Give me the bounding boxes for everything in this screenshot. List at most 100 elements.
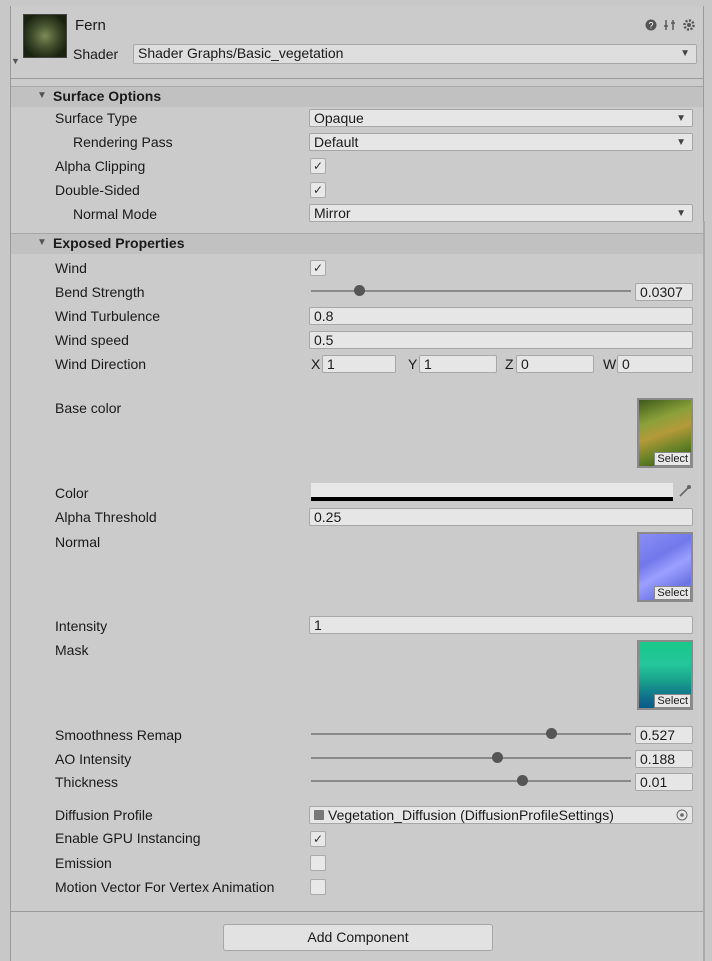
intensity-value: 1 [314, 617, 322, 633]
smoothness-remap-slider-handle[interactable] [546, 728, 557, 739]
color-swatch-field[interactable] [311, 483, 673, 501]
ao-intensity-slider[interactable] [311, 757, 631, 759]
bend-strength-slider-handle[interactable] [354, 285, 365, 296]
thickness-field[interactable]: 0.01 [635, 773, 693, 791]
diffusion-profile-field[interactable]: Vegetation_Diffusion (DiffusionProfileSe… [309, 806, 693, 824]
smoothness-remap-field[interactable]: 0.527 [635, 726, 693, 744]
intensity-field[interactable]: 1 [309, 616, 693, 634]
select-button[interactable]: Select [654, 694, 691, 708]
normal-mode-label: Normal Mode [73, 206, 158, 222]
mask-texture-slot[interactable]: Select [637, 640, 693, 710]
normal-label: Normal [55, 534, 101, 550]
chevron-down-icon: ▼ [676, 208, 686, 219]
wind-direction-x-field[interactable]: 1 [322, 355, 396, 373]
alpha-clipping-label: Alpha Clipping [55, 158, 146, 174]
wind-direction-w-field[interactable]: 0 [617, 355, 693, 373]
gpu-instancing-label: Enable GPU Instancing [55, 830, 201, 846]
double-sided-label: Double-Sided [55, 182, 140, 198]
eyedropper-icon[interactable] [678, 484, 692, 498]
exposed-properties-header[interactable]: ▼ Exposed Properties [11, 233, 703, 254]
motion-vector-checkbox[interactable] [310, 879, 326, 895]
bend-strength-label: Bend Strength [55, 284, 145, 300]
base-color-texture-slot[interactable]: Select [637, 398, 693, 468]
surface-type-label: Surface Type [55, 110, 138, 126]
alpha-threshold-label: Alpha Threshold [55, 509, 157, 525]
material-header: Fern ▼ Shader Shader Graphs/Basic_vegeta… [11, 6, 703, 79]
wind-speed-value: 0.5 [314, 332, 334, 348]
normal-mode-value: Mirror [314, 205, 351, 221]
smoothness-remap-value: 0.527 [640, 727, 676, 743]
ao-intensity-field[interactable]: 0.188 [635, 750, 693, 768]
shader-dropdown[interactable]: Shader Graphs/Basic_vegetation ▼ [133, 44, 697, 64]
alpha-clipping-checkbox[interactable]: ✓ [310, 158, 326, 174]
wind-direction-z-value: 0 [521, 356, 529, 372]
add-component-button[interactable]: Add Component [223, 924, 493, 951]
svg-text:?: ? [648, 21, 653, 31]
mask-label: Mask [55, 642, 89, 658]
normal-mode-dropdown[interactable]: Mirror ▼ [309, 204, 693, 222]
wind-turbulence-label: Wind Turbulence [55, 308, 161, 324]
surface-type-value: Opaque [314, 110, 364, 126]
rendering-pass-dropdown[interactable]: Default ▼ [309, 133, 693, 151]
section-title: Exposed Properties [53, 235, 185, 251]
wind-direction-y-field[interactable]: 1 [419, 355, 497, 373]
normal-texture-slot[interactable]: Select [637, 532, 693, 602]
wind-speed-label: Wind speed [55, 332, 129, 348]
y-label: Y [408, 356, 418, 372]
wind-direction-z-field[interactable]: 0 [516, 355, 594, 373]
object-picker-icon[interactable] [676, 809, 688, 821]
gpu-instancing-checkbox[interactable]: ✓ [310, 831, 326, 847]
chevron-down-icon: ▼ [676, 137, 686, 148]
color-label: Color [55, 485, 89, 501]
wind-checkbox[interactable]: ✓ [310, 260, 326, 276]
z-label: Z [505, 356, 514, 372]
rendering-pass-value: Default [314, 134, 359, 150]
wind-direction-y-value: 1 [424, 356, 432, 372]
diffusion-profile-value: Vegetation_Diffusion (DiffusionProfileSe… [328, 807, 614, 823]
alpha-threshold-field[interactable]: 0.25 [309, 508, 693, 526]
chevron-down-icon: ▼ [680, 48, 690, 59]
x-label: X [311, 356, 321, 372]
wind-direction-label: Wind Direction [55, 356, 147, 372]
shader-label: Shader [73, 46, 119, 62]
wind-direction-x-value: 1 [327, 356, 335, 372]
help-icon[interactable]: ? [645, 19, 657, 31]
foldout-arrow-icon[interactable]: ▼ [11, 56, 20, 66]
emission-label: Emission [55, 855, 112, 871]
base-color-label: Base color [55, 400, 122, 416]
wind-turbulence-field[interactable]: 0.8 [309, 307, 693, 325]
diffusion-profile-label: Diffusion Profile [55, 807, 153, 823]
ao-intensity-value: 0.188 [640, 751, 676, 767]
emission-checkbox[interactable] [310, 855, 326, 871]
surface-type-dropdown[interactable]: Opaque ▼ [309, 109, 693, 127]
intensity-label: Intensity [55, 618, 108, 634]
scrollbar[interactable] [703, 221, 705, 961]
divider [11, 911, 703, 912]
thickness-slider-handle[interactable] [517, 775, 529, 786]
double-sided-checkbox[interactable]: ✓ [310, 182, 326, 198]
wind-speed-field[interactable]: 0.5 [309, 331, 693, 349]
foldout-open-icon: ▼ [37, 90, 47, 101]
material-preview-thumbnail [23, 14, 67, 58]
foldout-open-icon: ▼ [37, 237, 47, 248]
surface-options-header[interactable]: ▼ Surface Options [11, 86, 703, 107]
select-button[interactable]: Select [654, 586, 691, 600]
wind-label: Wind [55, 260, 87, 276]
thickness-slider[interactable] [311, 780, 631, 782]
thickness-value: 0.01 [640, 774, 668, 790]
settings-icon[interactable] [682, 18, 696, 32]
motion-vector-label: Motion Vector For Vertex Animation [55, 879, 275, 895]
smoothness-remap-slider[interactable] [311, 733, 631, 735]
bend-strength-value: 0.0307 [640, 284, 683, 300]
alpha-threshold-value: 0.25 [314, 509, 342, 525]
bend-strength-field[interactable]: 0.0307 [635, 283, 693, 301]
ao-intensity-label: AO Intensity [55, 751, 132, 767]
wind-direction-w-value: 0 [622, 356, 630, 372]
wind-turbulence-value: 0.8 [314, 308, 334, 324]
asset-icon [314, 810, 324, 820]
ao-intensity-slider-handle[interactable] [491, 752, 503, 763]
smoothness-remap-label: Smoothness Remap [55, 727, 182, 743]
select-button[interactable]: Select [654, 452, 691, 466]
w-label: W [603, 356, 617, 372]
preset-icon[interactable] [663, 18, 677, 32]
